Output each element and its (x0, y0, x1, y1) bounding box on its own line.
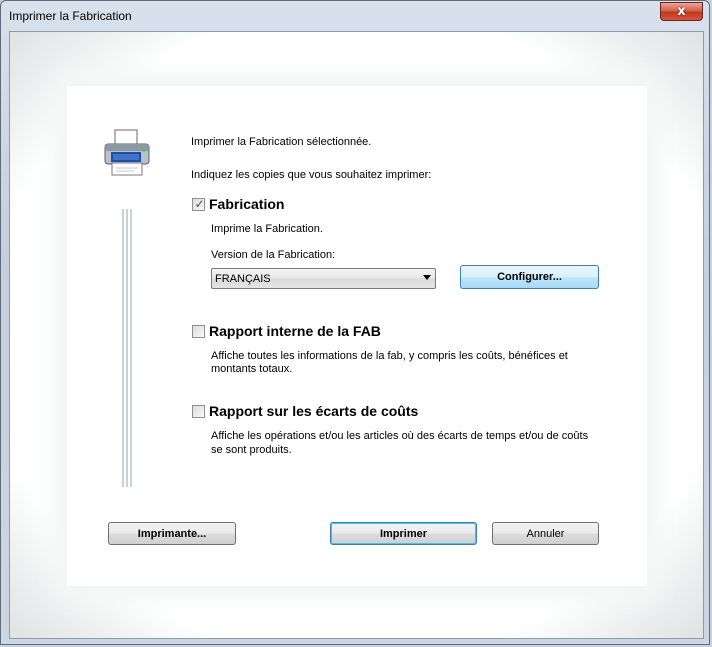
intro-line-1: Imprimer la Fabrication sélectionnée. (191, 136, 372, 148)
fabrication-description: Imprime la Fabrication. (211, 223, 323, 235)
cost-report-desc-2: se sont produits. (211, 444, 292, 456)
title-bar[interactable]: Imprimer la Fabrication x (1, 1, 709, 31)
fabrication-title[interactable]: Fabrication (209, 196, 284, 212)
print-button[interactable]: Imprimer (330, 522, 477, 545)
dialog-window: Imprimer la Fabrication x Imprimer la Fa… (0, 0, 710, 645)
version-select[interactable]: FRANÇAIS (211, 268, 436, 289)
version-select-value: FRANÇAIS (215, 273, 271, 285)
internal-report-title[interactable]: Rapport interne de la FAB (209, 323, 381, 339)
dialog-content: Imprimer la Fabrication sélectionnée. In… (9, 31, 704, 639)
window-title: Imprimer la Fabrication (9, 9, 132, 23)
chevron-down-icon (423, 275, 431, 280)
close-icon: x (677, 4, 686, 19)
decorative-bars (122, 209, 132, 487)
fabrication-checkbox[interactable]: ✓ (192, 197, 205, 211)
printer-button[interactable]: Imprimante... (108, 522, 236, 545)
printer-icon (104, 129, 150, 176)
cancel-button[interactable]: Annuler (492, 522, 599, 545)
cost-report-desc-1: Affiche les opérations et/ou les article… (211, 430, 589, 442)
cost-report-title[interactable]: Rapport sur les écarts de coûts (209, 403, 418, 419)
close-button[interactable]: x (660, 2, 703, 21)
internal-report-checkbox[interactable] (192, 325, 205, 338)
cost-report-checkbox[interactable] (192, 405, 205, 418)
internal-report-desc-2: montants totaux. (211, 363, 293, 375)
checkmark-icon: ✓ (194, 197, 205, 211)
intro-line-2: Indiquez les copies que vous souhaitez i… (191, 169, 432, 181)
configure-button[interactable]: Configurer... (460, 265, 599, 289)
version-label: Version de la Fabrication: (211, 249, 336, 261)
internal-report-desc-1: Affiche toutes les informations de la fa… (211, 350, 568, 362)
